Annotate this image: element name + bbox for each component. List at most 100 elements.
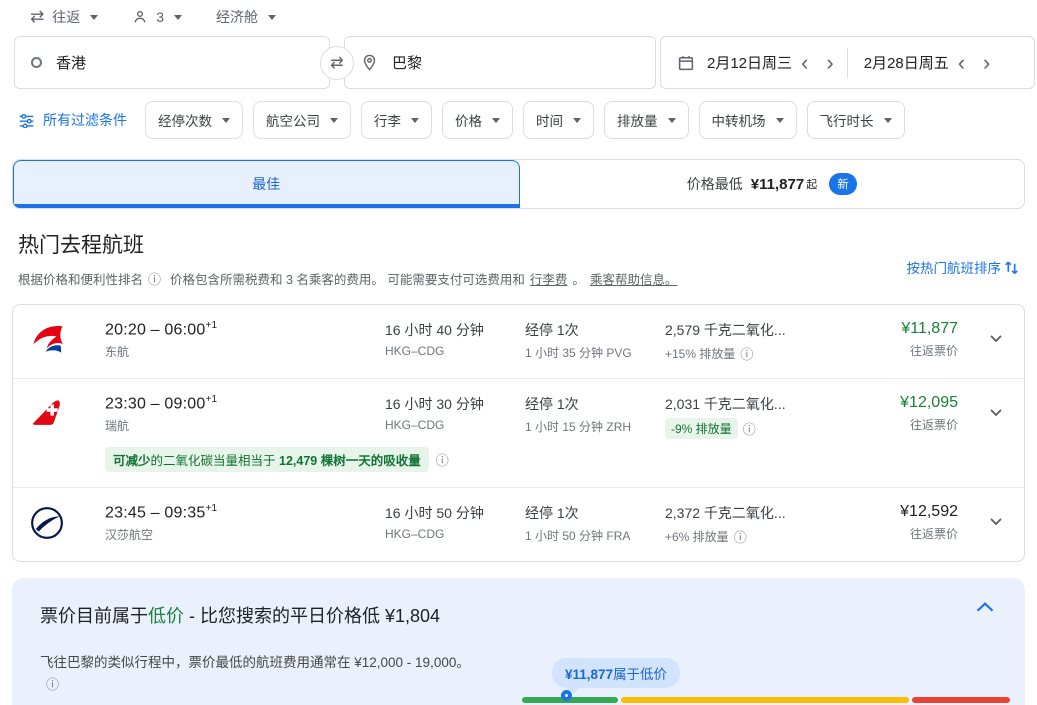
filter-chip-airlines[interactable]: 航空公司 xyxy=(253,101,351,139)
destination-input[interactable]: 巴黎 xyxy=(344,36,656,89)
return-date-next-button[interactable]: › xyxy=(974,52,999,74)
swap-locations-button[interactable]: ⇄ xyxy=(320,46,354,80)
separator-text: 。 xyxy=(572,269,585,288)
page-title: 热门去程航班 xyxy=(18,229,1021,259)
price-cell: ¥12,592 往返票价 xyxy=(885,503,972,542)
eco-savings-note: 可减少的二氧化碳当量相当于 12,479 棵树一天的吸收量 ⓘ xyxy=(105,447,885,472)
current-price-tooltip: ¥11,877属于低价 xyxy=(552,658,680,688)
airline-name: 东航 xyxy=(105,343,385,360)
price-history-gauge: ¥11,877属于低价 ¥12,000 ¥19,000 xyxy=(522,658,1010,705)
round-trip-icon: ⇄ xyxy=(30,7,44,27)
layover: 1 小时 15 分钟 ZRH xyxy=(525,418,665,435)
info-icon[interactable]: ⓘ xyxy=(46,677,59,692)
filter-chip-bags[interactable]: 行李 xyxy=(361,101,432,139)
all-filters-button[interactable]: 所有过滤条件 xyxy=(18,110,127,130)
chevron-down-icon xyxy=(268,15,276,20)
destination-value: 巴黎 xyxy=(392,52,422,73)
emissions-cell: 2,031 千克二氧化... -9% 排放量ⓘ xyxy=(665,394,885,439)
co2-amount: 2,579 千克二氧化... xyxy=(665,320,885,340)
return-date-field[interactable]: 2月28日周五 xyxy=(864,52,949,73)
flight-row-swiss[interactable]: 23:30 – 09:00+1 瑞航 16 小时 30 分钟 HKG–CDG 经… xyxy=(13,378,1024,487)
filter-chip-emissions[interactable]: 排放量 xyxy=(604,101,689,139)
chip-label: 飞行时长 xyxy=(820,110,874,130)
flight-times-cell: 20:20 – 06:00+1 东航 xyxy=(105,320,385,360)
origin-circle-icon xyxy=(31,57,42,68)
info-icon[interactable]: ⓘ xyxy=(743,419,756,438)
info-icon[interactable]: ⓘ xyxy=(436,450,449,469)
price-note: 往返票价 xyxy=(885,342,958,359)
tab-cheapest[interactable]: 价格最低 ¥11,877起 新 xyxy=(520,160,1025,208)
result-tabs: 最佳 价格最低 ¥11,877起 新 xyxy=(12,159,1025,209)
collapse-panel-button[interactable] xyxy=(975,600,995,617)
cabin-class-selector[interactable]: 经济舱 xyxy=(216,7,276,27)
filter-sliders-icon xyxy=(18,113,35,128)
filters-bar: 所有过滤条件 经停次数 航空公司 行李 价格 时间 排放量 中转机场 飞行时长 xyxy=(0,89,1037,149)
depart-date-prev-button[interactable]: ‹ xyxy=(792,52,817,74)
emission-delta: -9% 排放量 xyxy=(665,418,738,439)
results-subtitle: 根据价格和便利性排名 ⓘ 价格包含所需税费和 3 名乘客的费用。 可能需要支付可… xyxy=(18,269,1021,288)
info-icon[interactable]: ⓘ xyxy=(740,344,753,363)
expand-flight-button[interactable] xyxy=(972,394,1020,422)
passenger-count: 3 xyxy=(156,9,164,25)
tab-best[interactable]: 最佳 xyxy=(13,160,520,208)
flight-times: 20:20 – 06:00+1 xyxy=(105,320,385,339)
info-icon[interactable]: ⓘ xyxy=(148,269,161,288)
route: HKG–CDG xyxy=(385,344,525,358)
chip-label: 排放量 xyxy=(617,110,658,130)
filter-chip-stops[interactable]: 经停次数 xyxy=(145,101,243,139)
price-note: 价格包含所需税费和 3 名乘客的费用。 可能需要支付可选费用和 xyxy=(170,269,525,288)
tab-cheapest-price: ¥11,877 xyxy=(751,176,804,193)
new-badge: 新 xyxy=(829,173,857,195)
sort-by-top-flights[interactable]: 按热门航班排序 xyxy=(907,257,1020,277)
ranking-note: 根据价格和便利性排名 xyxy=(18,269,143,288)
route: HKG–CDG xyxy=(385,418,525,432)
flight-results-list: 20:20 – 06:00+1 东航 16 小时 40 分钟 HKG–CDG 经… xyxy=(12,304,1025,562)
price-note: 往返票价 xyxy=(885,525,958,542)
passenger-selector[interactable]: 3 xyxy=(132,9,182,25)
origin-input[interactable]: 香港 xyxy=(14,36,330,89)
divider xyxy=(847,48,848,78)
depart-date-field[interactable]: 2月12日周三 xyxy=(707,52,792,73)
calendar-icon xyxy=(677,54,695,72)
airline-logo-china-eastern-icon xyxy=(29,320,105,359)
low-price-highlight: 低价 xyxy=(148,606,184,626)
duration-cell: 16 小时 50 分钟 HKG–CDG xyxy=(385,503,525,541)
chip-label: 价格 xyxy=(455,110,482,130)
emissions-cell: 2,579 千克二氧化... +15% 排放量 ⓘ xyxy=(665,320,885,363)
filter-chip-price[interactable]: 价格 xyxy=(442,101,513,139)
info-icon[interactable]: ⓘ xyxy=(734,527,747,546)
search-row: 香港 ⇄ 巴黎 2月12日周三 ‹ › 2月28日周五 ‹ › xyxy=(14,36,1037,89)
passenger-assistance-link[interactable]: 乘客帮助信息。 xyxy=(590,269,678,288)
filter-chip-connecting-airports[interactable]: 中转机场 xyxy=(699,101,797,139)
flight-row-china-eastern[interactable]: 20:20 – 06:00+1 东航 16 小时 40 分钟 HKG–CDG 经… xyxy=(13,305,1024,378)
flight-times-cell: 23:45 – 09:35+1 汉莎航空 xyxy=(105,503,385,543)
current-price-marker[interactable] xyxy=(561,690,572,701)
chevron-up-icon xyxy=(975,600,995,614)
trip-type-selector[interactable]: ⇄ 往返 xyxy=(30,7,98,27)
co2-amount: 2,372 千克二氧化... xyxy=(665,503,885,523)
return-date-prev-button[interactable]: ‹ xyxy=(949,52,974,74)
tab-cheapest-label: 价格最低 xyxy=(687,174,743,194)
expand-flight-button[interactable] xyxy=(972,503,1020,531)
chevron-down-icon xyxy=(174,15,182,20)
emission-delta: +6% 排放量 xyxy=(665,528,729,545)
date-range-picker: 2月12日周三 ‹ › 2月28日周五 ‹ › xyxy=(660,36,1035,89)
depart-date-next-button[interactable]: › xyxy=(817,52,842,74)
filter-chip-times[interactable]: 时间 xyxy=(523,101,594,139)
emission-delta: +15% 排放量 xyxy=(665,345,735,362)
route: HKG–CDG xyxy=(385,527,525,541)
price: ¥12,095 xyxy=(885,394,958,412)
flight-row-lufthansa[interactable]: 23:45 – 09:35+1 汉莎航空 16 小时 50 分钟 HKG–CDG… xyxy=(13,487,1024,561)
duration-cell: 16 小时 40 分钟 HKG–CDG xyxy=(385,320,525,358)
swap-icon: ⇄ xyxy=(330,53,343,73)
expand-flight-button[interactable] xyxy=(972,320,1020,348)
chip-label: 行李 xyxy=(374,110,401,130)
sort-arrows-icon xyxy=(1004,259,1019,275)
high-price-segment xyxy=(912,697,1010,703)
duration: 16 小时 50 分钟 xyxy=(385,503,525,523)
price-cell: ¥11,877 往返票价 xyxy=(885,320,972,359)
baggage-fees-link[interactable]: 行李费 xyxy=(530,269,568,288)
all-filters-label: 所有过滤条件 xyxy=(43,110,127,130)
filter-chip-duration[interactable]: 飞行时长 xyxy=(807,101,905,139)
chevron-down-icon xyxy=(90,15,98,20)
